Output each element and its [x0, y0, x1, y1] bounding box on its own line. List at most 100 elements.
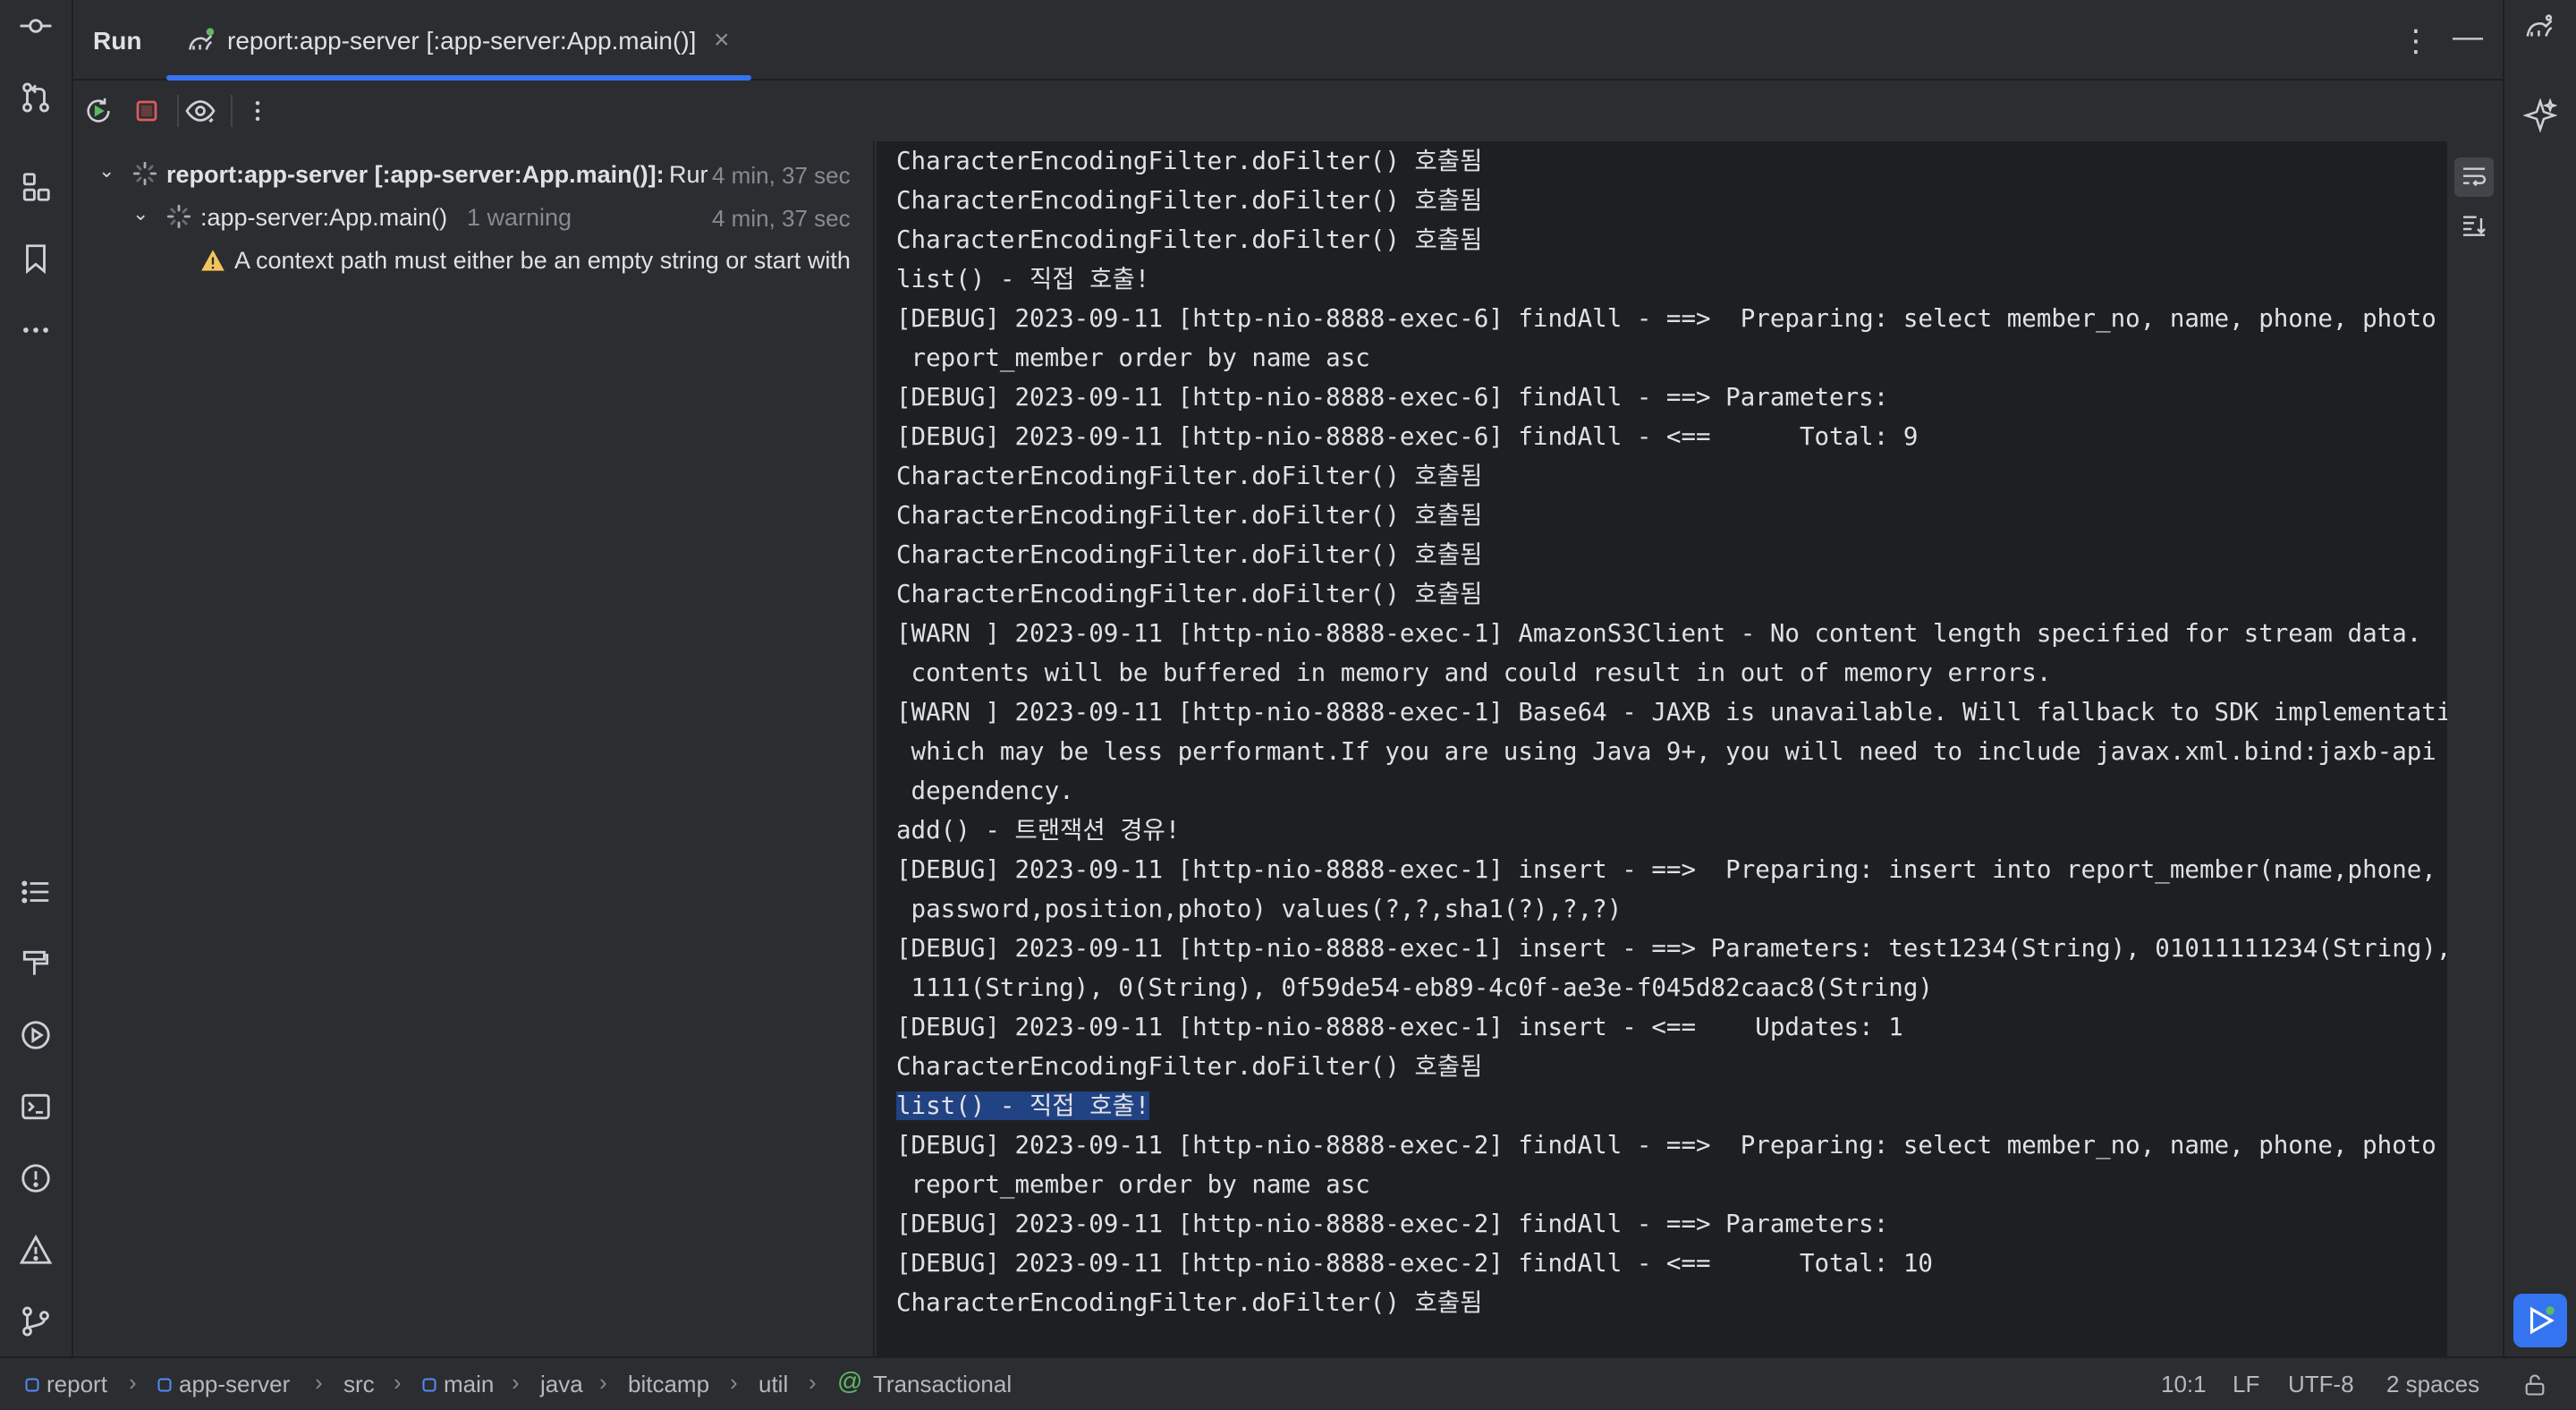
- chevron-down-icon[interactable]: ⌄: [132, 202, 148, 225]
- console-line-text: [DEBUG] 2023-09-11 [http-nio-8888-exec-6…: [896, 304, 2447, 333]
- console-line: CharacterEncodingFilter.doFilter() 호출됨: [896, 496, 2447, 535]
- console-line-text: [DEBUG] 2023-09-11 [http-nio-8888-exec-1…: [896, 855, 2436, 884]
- run-widget-button[interactable]: [2513, 1294, 2567, 1347]
- breadcrumb-src[interactable]: src: [343, 1371, 375, 1398]
- annotation-icon: @: [837, 1367, 863, 1395]
- console-line-text: list() - 직접 호출!: [896, 1091, 1150, 1120]
- structure-icon[interactable]: [15, 166, 56, 208]
- console-line: [DEBUG] 2023-09-11 [http-nio-8888-exec-2…: [896, 1244, 2447, 1283]
- run-tool-window-header: Run report:app-server [:app-server:App.m…: [73, 0, 2503, 81]
- console-line: CharacterEncodingFilter.doFilter() 호출됨: [896, 141, 2447, 181]
- console-line-text: report_member order by name asc: [896, 344, 1370, 372]
- console-line: password,position,photo) values(?,?,sha1…: [896, 889, 2447, 929]
- console-line: [DEBUG] 2023-09-11 [http-nio-8888-exec-2…: [896, 1204, 2447, 1244]
- breadcrumb-app-server[interactable]: app-server: [179, 1371, 290, 1398]
- tree-child-time: 4 min, 37 sec: [712, 205, 851, 232]
- chevron-right-icon: ›: [129, 1369, 137, 1396]
- console-line: which may be less performant.If you are …: [896, 732, 2447, 771]
- console-line: [DEBUG] 2023-09-11 [http-nio-8888-exec-6…: [896, 378, 2447, 417]
- console-line: [DEBUG] 2023-09-11 [http-nio-8888-exec-6…: [896, 417, 2447, 456]
- lock-icon[interactable]: [2522, 1372, 2547, 1397]
- view-icon[interactable]: [181, 91, 220, 131]
- more-tools-icon[interactable]: [15, 310, 56, 351]
- git-icon[interactable]: [15, 1301, 56, 1342]
- tree-root-row[interactable]: ⌄ report:app-server [:app-server:App.mai…: [73, 154, 873, 193]
- close-icon[interactable]: ×: [714, 25, 730, 55]
- tree-root-label: report:app-server [:app-server:App.main(…: [166, 161, 665, 188]
- build-icon[interactable]: [15, 943, 56, 984]
- console-line: CharacterEncodingFilter.doFilter() 호출됨: [896, 574, 2447, 614]
- console-line: contents will be buffered in memory and …: [896, 653, 2447, 692]
- commit-icon[interactable]: [15, 5, 56, 47]
- console-line: CharacterEncodingFilter.doFilter() 호출됨: [896, 1283, 2447, 1322]
- tree-warning-row[interactable]: A context path must either be an empty s…: [73, 240, 873, 279]
- console-line-text: dependency.: [896, 777, 1074, 805]
- console-line-text: CharacterEncodingFilter.doFilter() 호출됨: [896, 1288, 1483, 1317]
- spinner-icon: [132, 161, 157, 186]
- console-output[interactable]: CharacterEncodingFilter.doFilter() 호출됨 Ch…: [877, 141, 2447, 1356]
- breadcrumb-bitcamp[interactable]: bitcamp: [628, 1371, 709, 1398]
- stop-icon[interactable]: [127, 91, 166, 131]
- console-line-text: CharacterEncodingFilter.doFilter() 호출됨: [896, 186, 1483, 215]
- console-line: [DEBUG] 2023-09-11 [http-nio-8888-exec-6…: [896, 299, 2447, 338]
- services-icon[interactable]: [15, 1015, 56, 1056]
- console-line: CharacterEncodingFilter.doFilter() 호출됨: [896, 181, 2447, 220]
- spinner-icon: [166, 204, 191, 229]
- minimize-icon[interactable]: —: [2453, 20, 2483, 55]
- console-line-text: CharacterEncodingFilter.doFilter() 호출됨: [896, 147, 1483, 175]
- breadcrumb-transactional[interactable]: Transactional: [873, 1371, 1012, 1398]
- console-line: CharacterEncodingFilter.doFilter() 호출됨: [896, 535, 2447, 574]
- console-side-toolbar: [2447, 141, 2501, 1356]
- console-line-text: [WARN ] 2023-09-11 [http-nio-8888-exec-1…: [896, 619, 2447, 648]
- more-options-icon[interactable]: ⋮: [2401, 23, 2431, 59]
- console-line-text: [DEBUG] 2023-09-11 [http-nio-8888-exec-2…: [896, 1131, 2447, 1159]
- warnings-icon[interactable]: [15, 1229, 56, 1270]
- ai-assistant-icon[interactable]: [2520, 95, 2561, 136]
- tree-root-status: Rur: [669, 161, 708, 188]
- console-line: report_member order by name asc: [896, 338, 2447, 378]
- file-encoding[interactable]: UTF-8: [2288, 1371, 2354, 1398]
- chevron-down-icon[interactable]: ⌄: [98, 159, 114, 183]
- console-line-text: [DEBUG] 2023-09-11 [http-nio-8888-exec-2…: [896, 1210, 1903, 1238]
- warning-icon: [201, 250, 225, 271]
- soft-wrap-icon[interactable]: [2454, 157, 2494, 197]
- console-line-text: CharacterEncodingFilter.doFilter() 호출됨: [896, 580, 1483, 608]
- gradle-run-icon: [188, 28, 215, 50]
- breadcrumb-main[interactable]: main: [444, 1371, 494, 1398]
- breadcrumb-report[interactable]: report: [47, 1371, 107, 1398]
- console-line-text: CharacterEncodingFilter.doFilter() 호출됨: [896, 540, 1483, 569]
- bookmarks-icon[interactable]: [15, 238, 56, 279]
- console-line-text: CharacterEncodingFilter.doFilter() 호출됨: [896, 1052, 1483, 1081]
- pull-requests-icon[interactable]: [15, 77, 56, 118]
- console-line: [DEBUG] 2023-09-11 [http-nio-8888-exec-1…: [896, 929, 2447, 968]
- module-icon: [157, 1378, 172, 1392]
- console-line: [DEBUG] 2023-09-11 [http-nio-8888-exec-2…: [896, 1125, 2447, 1165]
- problems-icon[interactable]: [15, 1158, 56, 1199]
- line-ending[interactable]: LF: [2233, 1371, 2259, 1398]
- rerun-icon[interactable]: [79, 91, 118, 131]
- console-line: [DEBUG] 2023-09-11 [http-nio-8888-exec-1…: [896, 850, 2447, 889]
- todo-list-icon[interactable]: [15, 871, 56, 913]
- console-line-text: which may be less performant.If you are …: [896, 737, 2447, 766]
- chevron-right-icon: ›: [599, 1369, 607, 1396]
- breadcrumb-util[interactable]: util: [758, 1371, 788, 1398]
- module-icon: [25, 1378, 39, 1392]
- console-line-text: CharacterEncodingFilter.doFilter() 호출됨: [896, 225, 1483, 254]
- console-line-text: report_member order by name asc: [896, 1170, 1370, 1199]
- scroll-to-end-icon[interactable]: [2454, 206, 2494, 245]
- status-bar: report › app-server › src › main › java …: [0, 1356, 2576, 1410]
- breadcrumb-java[interactable]: java: [540, 1371, 583, 1398]
- play-icon: [2529, 1306, 2555, 1335]
- console-line: CharacterEncodingFilter.doFilter() 호출됨: [896, 220, 2447, 259]
- tree-child-row[interactable]: ⌄ :app-server:App.main() 1 warning 4 min…: [73, 197, 873, 236]
- console-line: CharacterEncodingFilter.doFilter() 호출됨: [896, 456, 2447, 496]
- gradle-icon[interactable]: [2520, 7, 2561, 48]
- indent-setting[interactable]: 2 spaces: [2386, 1371, 2479, 1398]
- source-folder-icon: [422, 1378, 436, 1392]
- terminal-icon[interactable]: [15, 1086, 56, 1127]
- console-line: report_member order by name asc: [896, 1165, 2447, 1204]
- caret-position[interactable]: 10:1: [2161, 1371, 2207, 1398]
- console-line-text: [DEBUG] 2023-09-11 [http-nio-8888-exec-6…: [896, 422, 1919, 451]
- tab-run-configuration[interactable]: report:app-server [:app-server:App.main(…: [166, 0, 751, 81]
- more-icon[interactable]: [238, 91, 277, 131]
